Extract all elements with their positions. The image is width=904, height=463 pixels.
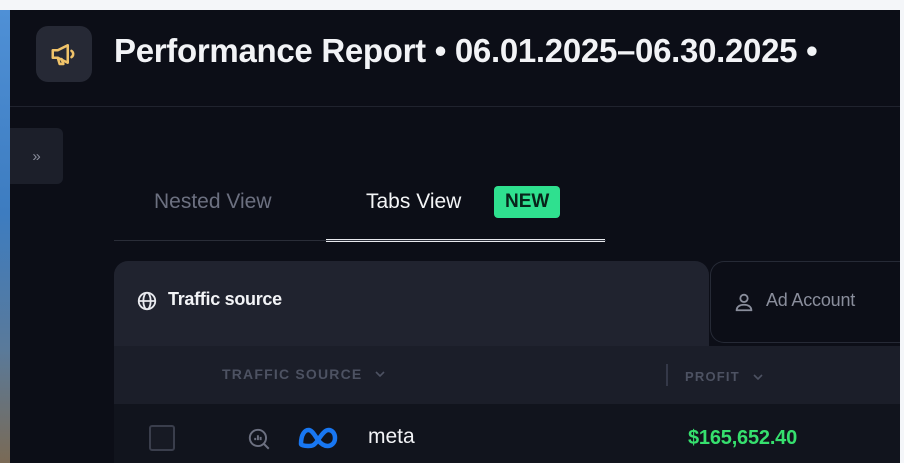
desktop-right-edge [900,10,904,463]
chevron-down-icon [375,371,386,378]
column-divider[interactable] [666,364,668,386]
column-header-profit[interactable]: PROFIT [685,369,764,384]
view-tabs: Nested View Tabs View NEW [114,175,614,243]
group-tab-ad-account[interactable]: Ad Account [710,261,900,343]
column-header-traffic-source[interactable]: TRAFFIC SOURCE [222,366,386,382]
new-badge: NEW [494,186,561,218]
user-icon [735,293,753,312]
group-tab-traffic-source[interactable]: Traffic source [114,261,709,346]
insights-search-icon[interactable] [246,426,272,452]
profit-value: $165,652.40 [688,427,798,449]
column-header-label: TRAFFIC SOURCE [222,366,363,382]
desktop-wallpaper-edge [0,10,10,463]
meta-logo-icon [298,427,338,449]
megaphone-icon [36,26,92,82]
double-chevron-right-icon: » [32,147,41,165]
table-row[interactable]: meta $165,652.40 [114,404,900,463]
table-header: TRAFFIC SOURCE PROFIT [114,346,900,404]
app-window: Performance Report • 06.01.2025–06.30.20… [10,10,900,463]
globe-icon [137,291,157,311]
column-header-label: PROFIT [685,369,740,384]
page-title: Performance Report • 06.01.2025–06.30.20… [114,32,818,69]
desktop-top-edge [0,0,904,10]
row-checkbox[interactable] [149,425,175,451]
chevron-down-icon [753,373,763,380]
sidebar-expand-button[interactable]: » [10,128,63,184]
tab-nested-view[interactable]: Nested View [154,190,272,214]
group-tab-label: Ad Account [766,290,856,310]
tab-tabs-view[interactable]: Tabs View [366,190,461,214]
tabs-divider [114,240,606,241]
page-header: Performance Report • 06.01.2025–06.30.20… [10,10,900,107]
group-tab-label: Traffic source [168,289,282,309]
traffic-source-name: meta [368,425,415,448]
